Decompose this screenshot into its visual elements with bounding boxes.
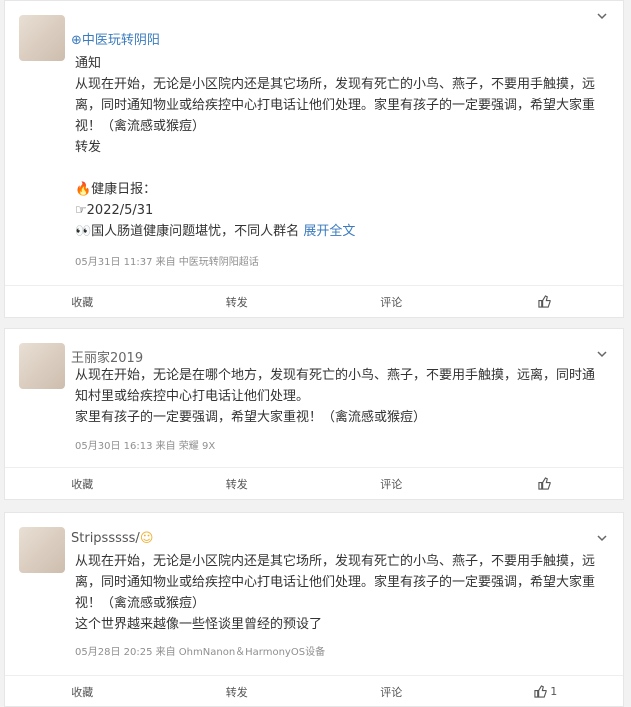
post-meta: 05月31日 11:37 来自 中医玩转阴阳超话 <box>75 257 259 268</box>
text-line: ☞2022/5/31 <box>75 203 154 218</box>
favorite-button[interactable]: 收藏 <box>5 468 160 499</box>
emoji-icon: ☺ <box>139 531 154 546</box>
action-bar: 收藏 转发 评论 <box>5 467 623 499</box>
repost-button[interactable]: 转发 <box>160 286 315 317</box>
text-line: 家里有孩子的一定要强调，希望大家重视！（禽流感或猴痘） <box>75 410 427 425</box>
thumbs-up-icon <box>538 477 551 490</box>
action-bar: 收藏 转发 评论 1 <box>5 675 623 707</box>
like-button[interactable]: 1 <box>469 676 624 707</box>
post-meta: 05月28日 20:25 来自 OhmNanon＆HarmonyOS设备 <box>75 647 326 658</box>
repost-button[interactable]: 转发 <box>160 468 315 499</box>
author-name[interactable]: 王丽家2019 <box>71 347 143 366</box>
author-name[interactable]: ⊕中医玩转阴阳 <box>71 29 160 48</box>
post-meta: 05月30日 16:13 来自 荣耀 9X <box>75 441 216 452</box>
like-button[interactable] <box>469 468 624 499</box>
text-line <box>75 158 607 179</box>
text-line: 🔥健康日报： <box>75 182 157 197</box>
like-button[interactable] <box>469 286 624 317</box>
favorite-button[interactable]: 收藏 <box>5 676 160 707</box>
text-line: 转发 <box>75 140 102 155</box>
comment-button[interactable]: 评论 <box>314 676 469 707</box>
favorite-button[interactable]: 收藏 <box>5 286 160 317</box>
chevron-down-icon[interactable] <box>597 533 607 543</box>
avatar[interactable] <box>19 527 65 573</box>
post-text: 通知 从现在开始，无论是小区院内还是其它场所，发现有死亡的小鸟、燕子，不要用手触… <box>75 53 607 242</box>
action-bar: 收藏 转发 评论 <box>5 285 623 317</box>
thumbs-up-icon <box>534 685 547 698</box>
text-line: 通知 <box>75 56 102 71</box>
text-line: 👀国人肠道健康问题堪忧，不同人群名 展开全文 <box>75 224 356 239</box>
comment-button[interactable]: 评论 <box>314 286 469 317</box>
text-line: 从现在开始，无论是在哪个地方，发现有死亡的小鸟、燕子，不要用手触摸，远离，同时通… <box>75 368 596 404</box>
post-card: Stripsssss/☺ 从现在开始，无论是小区院内还是其它场所，发现有死亡的小… <box>4 512 624 707</box>
thumbs-up-icon <box>538 295 551 308</box>
like-count: 1 <box>550 685 558 698</box>
chevron-down-icon[interactable] <box>597 349 607 359</box>
avatar[interactable] <box>19 15 65 61</box>
post-text: 从现在开始，无论是小区院内还是其它场所，发现有死亡的小鸟、燕子，不要用手触摸，远… <box>75 551 607 635</box>
text-line: 从现在开始，无论是小区院内还是其它场所，发现有死亡的小鸟、燕子，不要用手触摸，远… <box>75 554 596 611</box>
text-line: 从现在开始，无论是小区院内还是其它场所，发现有死亡的小鸟、燕子，不要用手触摸，远… <box>75 77 596 134</box>
author-name[interactable]: Stripsssss/☺ <box>71 531 153 546</box>
post-card: 王丽家2019 从现在开始，无论是在哪个地方，发现有死亡的小鸟、燕子，不要用手触… <box>4 328 624 500</box>
avatar[interactable] <box>19 343 65 389</box>
text-line: 这个世界越来越像一些怪谈里曾经的预设了 <box>75 617 323 632</box>
repost-button[interactable]: 转发 <box>160 676 315 707</box>
comment-button[interactable]: 评论 <box>314 468 469 499</box>
chevron-down-icon[interactable] <box>597 11 607 21</box>
link-icon: ⊕ <box>71 33 82 48</box>
post-text: 从现在开始，无论是在哪个地方，发现有死亡的小鸟、燕子，不要用手触摸，远离，同时通… <box>75 365 607 428</box>
expand-full-text-link[interactable]: 展开全文 <box>303 224 355 239</box>
post-card: ⊕中医玩转阴阳 通知 从现在开始，无论是小区院内还是其它场所，发现有死亡的小鸟、… <box>4 0 624 318</box>
